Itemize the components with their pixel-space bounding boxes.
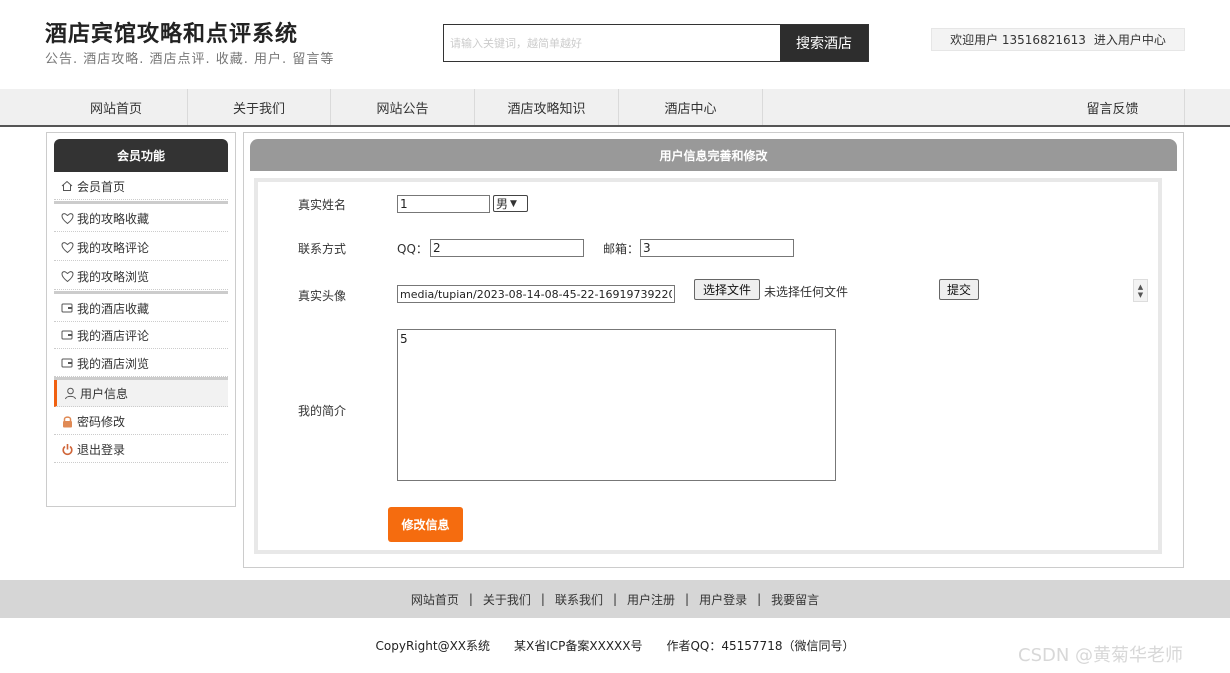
site-title: 酒店宾馆攻略和点评系统 xyxy=(45,22,299,47)
chevron-down-icon: ▼ xyxy=(1137,290,1144,299)
email-label: 邮箱： xyxy=(603,242,640,256)
sidebar-divider xyxy=(54,291,228,294)
footer-link-contact[interactable]: 联系我们 xyxy=(545,591,613,608)
chevron-up-icon: ▲ xyxy=(1137,282,1144,291)
heart-icon xyxy=(60,240,74,254)
nav-home[interactable]: 网站首页 xyxy=(45,89,188,125)
sidebar-item-hotel-comments[interactable]: 我的酒店评论 xyxy=(54,322,228,349)
search-hotel-button[interactable]: 搜索酒店 xyxy=(780,25,868,61)
qq-input[interactable] xyxy=(430,239,584,257)
sidebar-item-hotel-favorites[interactable]: 我的酒店收藏 xyxy=(54,295,228,322)
watermark-text: CSDN @黄菊华老师 xyxy=(1018,645,1184,666)
sidebar-item-label: 密码修改 xyxy=(77,414,126,429)
footer-link-register[interactable]: 用户注册 xyxy=(617,591,685,608)
sidebar-item-label: 我的攻略浏览 xyxy=(77,269,150,284)
search-bar: 搜索酒店 xyxy=(443,24,869,62)
site-subtitle: 公告. 酒店攻略. 酒店点评. 收藏. 用户. 留言等 xyxy=(45,52,335,67)
sidebar-item-label: 会员首页 xyxy=(77,179,126,194)
search-input[interactable] xyxy=(444,25,780,61)
sidebar-item-hotel-history[interactable]: 我的酒店浏览 xyxy=(54,350,228,377)
sidebar-item-user-info[interactable]: 用户信息 xyxy=(54,380,228,407)
power-icon xyxy=(60,442,74,456)
sidebar-item-label: 我的酒店收藏 xyxy=(77,301,150,316)
user-center-link[interactable]: 进入用户中心 xyxy=(1094,31,1166,48)
no-file-text: 未选择任何文件 xyxy=(764,285,849,299)
avatar-path-input[interactable] xyxy=(397,285,675,303)
scroll-stepper[interactable]: ▲ ▼ xyxy=(1133,279,1148,302)
main-nav: 网站首页 关于我们 网站公告 酒店攻略知识 酒店中心 留言反馈 xyxy=(0,89,1230,127)
welcome-text: 欢迎用户 13516821613 xyxy=(950,33,1086,47)
wallet-icon xyxy=(60,328,74,342)
avatar-label: 真实头像 xyxy=(298,289,347,303)
intro-textarea[interactable]: 5 xyxy=(397,329,836,481)
sidebar-item-label: 我的酒店浏览 xyxy=(77,356,150,371)
contact-label: 联系方式 xyxy=(298,242,347,256)
nav-feedback[interactable]: 留言反馈 xyxy=(1041,89,1185,125)
sidebar-item-change-password[interactable]: 密码修改 xyxy=(54,408,228,435)
sidebar-item-label: 退出登录 xyxy=(77,442,126,457)
realname-input[interactable] xyxy=(397,195,490,213)
form-heading: 用户信息完善和修改 xyxy=(250,139,1177,171)
wallet-icon xyxy=(60,356,74,370)
sidebar-title: 会员功能 xyxy=(54,139,228,172)
sidebar-item-label: 用户信息 xyxy=(80,386,129,401)
sidebar-divider xyxy=(54,201,228,204)
lock-icon xyxy=(60,414,74,428)
footer-link-message[interactable]: 我要留言 xyxy=(761,591,829,608)
email-input[interactable] xyxy=(640,239,794,257)
home-icon xyxy=(60,179,74,193)
sidebar-item-label: 我的攻略评论 xyxy=(77,240,150,255)
footer-link-home[interactable]: 网站首页 xyxy=(401,591,469,608)
heart-icon xyxy=(60,211,74,225)
user-icon xyxy=(63,386,77,400)
sidebar-item-label: 我的酒店评论 xyxy=(77,328,150,343)
sidebar-item-guide-history[interactable]: 我的攻略浏览 xyxy=(54,263,228,290)
upload-submit-button[interactable]: 提交 xyxy=(939,279,979,300)
nav-hotels[interactable]: 酒店中心 xyxy=(619,89,763,125)
realname-label: 真实姓名 xyxy=(298,198,347,212)
sidebar-item-logout[interactable]: 退出登录 xyxy=(54,436,228,463)
nav-notice[interactable]: 网站公告 xyxy=(331,89,475,125)
footer-links: 网站首页 | 关于我们 | 联系我们 | 用户注册 | 用户登录 | 我要留言 xyxy=(0,580,1230,618)
gender-select[interactable]: 男 ▼ xyxy=(493,195,528,212)
gender-value: 男 xyxy=(496,197,509,211)
sidebar-item-member-home[interactable]: 会员首页 xyxy=(54,173,228,200)
sidebar-item-guide-comments[interactable]: 我的攻略评论 xyxy=(54,234,228,261)
intro-label: 我的简介 xyxy=(298,404,347,418)
footer-link-about[interactable]: 关于我们 xyxy=(473,591,541,608)
footer-link-login[interactable]: 用户登录 xyxy=(689,591,757,608)
choose-file-button[interactable]: 选择文件 xyxy=(694,279,760,300)
wallet-icon xyxy=(60,301,74,315)
qq-label: QQ： xyxy=(397,242,428,256)
sidebar-item-label: 我的攻略收藏 xyxy=(77,211,150,226)
sidebar-item-guide-favorites[interactable]: 我的攻略收藏 xyxy=(54,205,228,232)
nav-about[interactable]: 关于我们 xyxy=(188,89,331,125)
save-profile-button[interactable]: 修改信息 xyxy=(388,507,463,542)
chevron-down-icon: ▼ xyxy=(510,198,517,209)
nav-guides[interactable]: 酒店攻略知识 xyxy=(475,89,619,125)
welcome-box: 欢迎用户 13516821613 进入用户中心 xyxy=(931,28,1185,51)
heart-icon xyxy=(60,269,74,283)
